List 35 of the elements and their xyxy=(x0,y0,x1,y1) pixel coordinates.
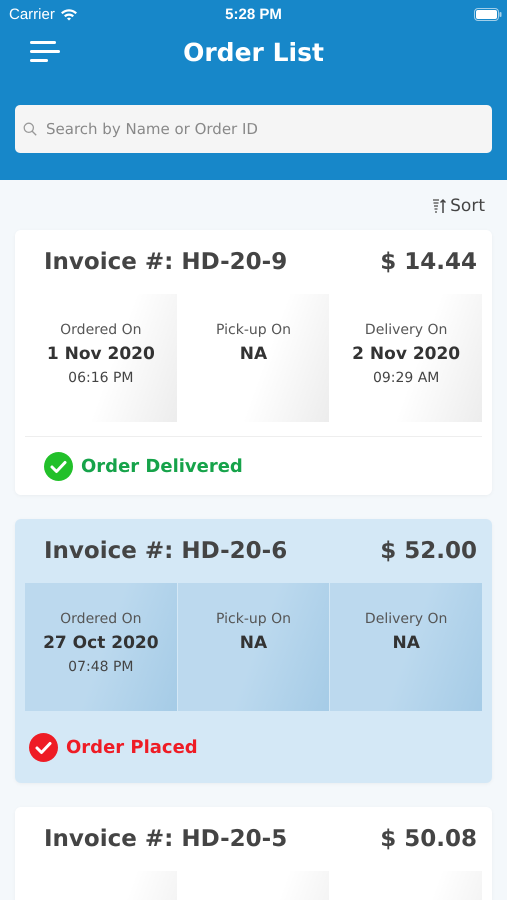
date-value: 1 Nov 2020 xyxy=(46,344,155,364)
clock-time: 5:28 PM xyxy=(225,6,282,22)
date-label: Pick-up On xyxy=(216,611,291,627)
invoice-number: Invoice #: HD-20-9 xyxy=(44,249,288,275)
battery-icon xyxy=(474,8,502,20)
time-value: 06:16 PM xyxy=(68,370,134,386)
search-field[interactable]: Search by Name or Order ID xyxy=(15,105,492,153)
order-amount: $ 52.00 xyxy=(380,538,477,564)
sort-button[interactable]: Sort xyxy=(430,194,487,218)
date-value: 27 Oct 2020 xyxy=(43,633,159,653)
date-label: Ordered On xyxy=(60,611,142,627)
date-label: Pick-up On xyxy=(216,322,291,338)
order-amount: $ 14.44 xyxy=(380,249,477,275)
order-amount: $ 50.08 xyxy=(380,826,477,852)
order-card[interactable]: Invoice #: HD-20-5 $ 50.08 xyxy=(15,807,492,900)
date-label: Delivery On xyxy=(364,322,448,338)
order-card[interactable]: Invoice #: HD-20-6 $ 52.00 Ordered On 27 Oct 2020 07:48 PM Pick-up On NA Delivery On NA Order Placed xyxy=(15,519,492,783)
page-title: Order List xyxy=(183,38,324,66)
date-value: NA xyxy=(392,633,420,653)
order-card[interactable]: Invoice #: HD-20-9 $ 14.44 Ordered On 1 Nov 2020 06:16 PM Pick-up On NA Delivery On 2 Nov 2020 09:29 AM Order Delivered xyxy=(15,230,492,495)
invoice-number: Invoice #: HD-20-6 xyxy=(44,538,288,564)
date-label: Delivery On xyxy=(364,611,448,627)
date-value: NA xyxy=(240,633,268,653)
wifi-icon xyxy=(60,8,78,20)
order-status: Order Delivered xyxy=(81,456,243,476)
invoice-number: Invoice #: HD-20-5 xyxy=(44,826,288,852)
time-value: 07:48 PM xyxy=(68,659,134,675)
date-value: NA xyxy=(240,344,268,364)
order-status: Order Placed xyxy=(66,736,198,758)
time-value: 09:29 AM xyxy=(372,370,440,386)
date-value: 2 Nov 2020 xyxy=(352,344,460,364)
menu-icon[interactable] xyxy=(29,40,61,64)
sort-icon xyxy=(432,198,446,214)
date-label: Ordered On xyxy=(60,322,142,338)
carrier-name: Carrier xyxy=(9,6,55,22)
